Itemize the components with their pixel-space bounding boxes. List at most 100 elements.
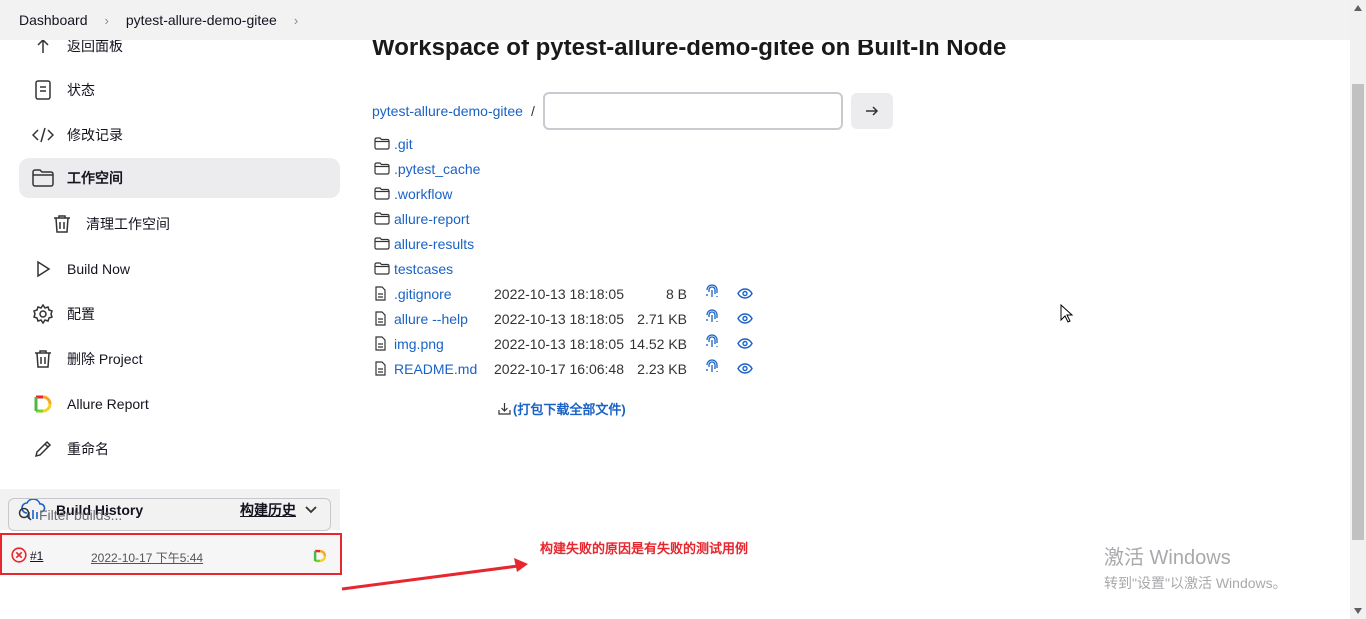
path-bar: pytest-allure-demo-gitee /	[372, 92, 893, 130]
windows-activation-watermark: 激活 Windows 转到"设置"以激活 Windows。	[1104, 541, 1287, 593]
path-separator: /	[530, 103, 535, 119]
document-icon	[19, 80, 67, 100]
file-list: .git .pytest_cache .workflow allure-repo…	[374, 131, 753, 381]
breadcrumb-dashboard[interactable]: Dashboard	[19, 12, 88, 28]
folder-link[interactable]: .git	[394, 136, 494, 152]
trash-icon	[19, 349, 67, 369]
task-delete-project[interactable]: 删除 Project	[19, 339, 340, 379]
folder-row[interactable]: allure-results	[374, 231, 494, 256]
go-button[interactable]	[850, 93, 893, 129]
file-date: 2022-10-13 18:18:05	[494, 285, 624, 302]
scroll-up-icon[interactable]	[1354, 5, 1362, 11]
task-label: 清理工作空间	[86, 216, 170, 232]
arrow-right-icon	[865, 106, 878, 116]
scrollbar[interactable]	[1350, 0, 1366, 619]
folder-row[interactable]: .pytest_cache	[374, 156, 494, 181]
file-link[interactable]: README.md	[394, 361, 494, 377]
failed-status-icon	[11, 547, 27, 563]
file-row[interactable]: allure --help 2022-10-13 18:18:05 2.71 K…	[374, 306, 753, 331]
file-row[interactable]: README.md 2022-10-17 16:06:48 2.23 KB	[374, 356, 753, 381]
folder-row[interactable]: testcases	[374, 256, 494, 281]
file-size: 14.52 KB	[629, 335, 687, 352]
code-icon	[19, 126, 67, 144]
task-label: 返回面板	[67, 40, 123, 54]
play-icon	[19, 260, 67, 278]
folder-link[interactable]: testcases	[394, 261, 494, 277]
eye-icon[interactable]	[737, 361, 753, 377]
fingerprint-icon[interactable]	[705, 309, 719, 328]
folder-icon	[374, 237, 394, 250]
build-date-link[interactable]: 2022-10-17 下午5:44	[91, 549, 203, 566]
folder-row[interactable]: .workflow	[374, 181, 494, 206]
arrow-up-icon	[19, 40, 67, 55]
folder-icon	[374, 212, 394, 225]
fingerprint-icon[interactable]	[705, 284, 719, 303]
file-row[interactable]: .gitignore 2022-10-13 18:18:05 8 B	[374, 281, 753, 306]
filter-placeholder: Filter builds...	[39, 506, 123, 523]
task-rename[interactable]: 重命名	[19, 429, 340, 469]
allure-icon[interactable]	[313, 549, 327, 563]
download-icon	[498, 402, 511, 415]
eye-icon[interactable]	[737, 336, 753, 352]
file-link[interactable]: img.png	[394, 336, 494, 352]
folder-link[interactable]: .workflow	[394, 186, 494, 202]
trash-icon	[38, 214, 86, 234]
gear-icon	[19, 304, 67, 324]
download-all-label: (打包下载全部文件)	[513, 402, 626, 417]
file-icon	[374, 336, 394, 351]
search-icon	[18, 507, 32, 524]
folder-icon	[19, 169, 67, 187]
file-date: 2022-10-13 18:18:05	[494, 335, 624, 352]
task-configure[interactable]: 配置	[19, 294, 340, 334]
file-size: 8 B	[665, 285, 687, 302]
eye-icon[interactable]	[737, 311, 753, 327]
folder-link[interactable]: allure-results	[394, 236, 494, 252]
scrollbar-thumb[interactable]	[1352, 84, 1364, 540]
chevron-right-icon[interactable]: ›	[105, 13, 109, 28]
task-wipe-workspace[interactable]: 清理工作空间	[19, 204, 340, 244]
download-all-link[interactable]: (打包下载全部文件)	[498, 399, 626, 418]
task-status[interactable]: 状态	[19, 70, 340, 110]
fingerprint-icon[interactable]	[705, 334, 719, 353]
file-size: 2.23 KB	[637, 360, 687, 377]
folder-icon	[374, 187, 394, 200]
folder-link[interactable]: .pytest_cache	[394, 161, 494, 177]
build-row[interactable]: #1 2022-10-17 下午5:44	[0, 533, 342, 575]
path-input[interactable]	[542, 92, 843, 130]
folder-row[interactable]: allure-report	[374, 206, 494, 231]
chevron-right-icon[interactable]: ›	[294, 13, 298, 28]
breadcrumb-project[interactable]: pytest-allure-demo-gitee	[126, 12, 277, 28]
task-changes[interactable]: 修改记录	[19, 115, 340, 155]
folder-icon	[374, 137, 394, 150]
allure-icon	[19, 394, 67, 414]
filter-builds-input[interactable]: Filter builds...	[8, 498, 331, 531]
task-label: 重命名	[67, 441, 109, 457]
file-link[interactable]: allure --help	[394, 311, 494, 327]
task-label: 工作空间	[67, 170, 123, 186]
file-date: 2022-10-13 18:18:05	[494, 310, 624, 327]
folder-row[interactable]: .git	[374, 131, 494, 156]
eye-icon[interactable]	[737, 286, 753, 302]
task-label: 修改记录	[67, 127, 123, 143]
path-root-link[interactable]: pytest-allure-demo-gitee	[372, 103, 523, 119]
watermark-line2: 转到"设置"以激活 Windows。	[1104, 575, 1287, 591]
file-icon	[374, 361, 394, 376]
build-number-link[interactable]: #1	[30, 549, 43, 563]
file-size: 2.71 KB	[637, 310, 687, 327]
task-back-to-dashboard[interactable]: 返回面板	[19, 40, 340, 66]
file-row[interactable]: img.png 2022-10-13 18:18:05 14.52 KB	[374, 331, 753, 356]
scroll-down-icon[interactable]	[1354, 608, 1362, 614]
task-label: 状态	[67, 82, 95, 98]
folder-icon	[374, 162, 394, 175]
folder-link[interactable]: allure-report	[394, 211, 494, 227]
file-icon	[374, 311, 394, 326]
task-label: 删除 Project	[67, 351, 143, 367]
task-label: Build Now	[67, 261, 131, 277]
breadcrumb: Dashboard › pytest-allure-demo-gitee ›	[0, 0, 1350, 40]
pencil-icon	[19, 439, 67, 459]
task-build-now[interactable]: Build Now	[19, 249, 340, 289]
file-link[interactable]: .gitignore	[394, 286, 494, 302]
fingerprint-icon[interactable]	[705, 359, 719, 378]
task-allure-report[interactable]: Allure Report	[19, 384, 340, 424]
task-workspace[interactable]: 工作空间	[19, 158, 340, 198]
